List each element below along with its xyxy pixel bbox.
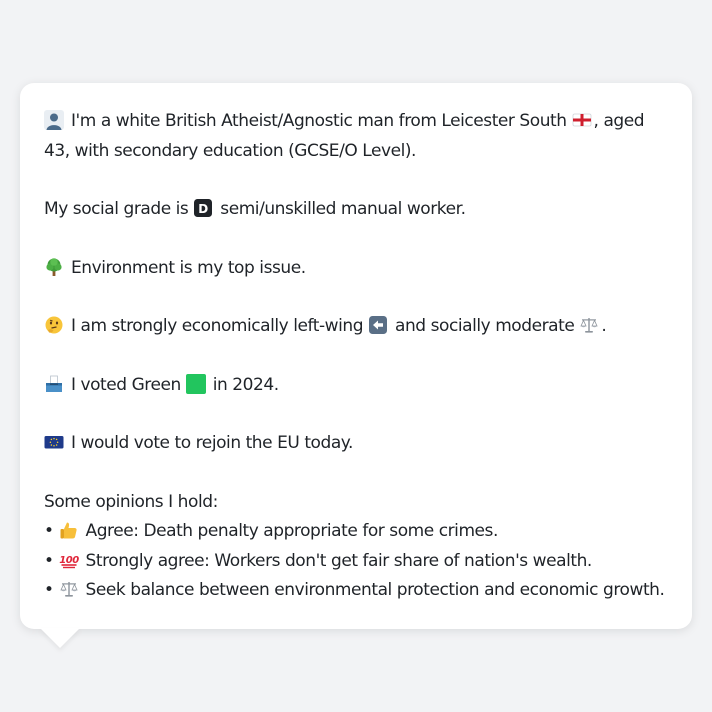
england-flag-icon xyxy=(572,110,592,130)
bullet: • xyxy=(44,521,54,541)
chat-stage: I'm a white British Atheist/Agnostic man… xyxy=(0,0,712,712)
issue-line: Environment is my top issue. xyxy=(44,254,668,284)
grade-prefix: My social grade is xyxy=(44,199,189,219)
letter-d-badge-icon: D xyxy=(193,198,213,218)
vote-text-b: in 2024. xyxy=(212,374,279,395)
balance-scale-icon xyxy=(59,579,79,599)
tree-icon xyxy=(44,257,64,277)
stance-line: I am strongly economically left-wing and… xyxy=(44,312,668,342)
list-item: • Agree: Death penalty appropriate for s… xyxy=(44,517,668,547)
grade-line: My social grade is D semi/unskilled manu… xyxy=(44,195,668,225)
opinions-heading: Some opinions I hold: xyxy=(44,491,218,512)
grade-suffix: semi/unskilled manual worker. xyxy=(220,199,466,219)
badge-letter: D xyxy=(199,202,209,216)
person-silhouette-icon xyxy=(44,110,64,130)
eu-line: I would vote to rejoin the EU today. xyxy=(44,429,668,459)
left-arrow-icon xyxy=(368,315,388,335)
vote-line: I voted Green in 2024. xyxy=(44,371,668,401)
list-item: • 100 Strongly agree: Workers don't get … xyxy=(44,547,668,577)
opinion-text: Seek balance between environmental prote… xyxy=(85,580,665,600)
vote-text-a: I voted Green xyxy=(70,374,181,395)
bullet: • xyxy=(44,580,54,600)
eu-flag-icon xyxy=(44,432,64,452)
bullet: • xyxy=(44,550,54,571)
message-bubble: I'm a white British Atheist/Agnostic man… xyxy=(20,83,692,629)
intro-line: I'm a white British Atheist/Agnostic man… xyxy=(44,107,668,166)
stance-text-b: and socially moderate xyxy=(395,316,575,336)
ballot-box-icon xyxy=(44,374,64,394)
thinking-face-icon xyxy=(44,315,64,335)
hundred-points-icon: 100 xyxy=(59,550,79,570)
bubble-tail xyxy=(40,628,80,648)
balance-scale-icon xyxy=(579,315,599,335)
eu-text: I would vote to rejoin the EU today. xyxy=(70,433,353,453)
opinion-text: Strongly agree: Workers don't get fair s… xyxy=(85,550,593,571)
thumbs-up-icon xyxy=(59,520,79,540)
intro-text-a: I'm a white British Atheist/Agnostic man… xyxy=(70,111,567,131)
opinion-text: Agree: Death penalty appropriate for som… xyxy=(85,521,499,541)
stance-text-a: I am strongly economically left-wing xyxy=(70,316,364,336)
stance-text-c: . xyxy=(601,316,607,336)
green-square-icon xyxy=(185,373,206,394)
list-item: • Seek balance between environmental pro… xyxy=(44,576,668,606)
issue-text: Environment is my top issue. xyxy=(70,257,306,278)
